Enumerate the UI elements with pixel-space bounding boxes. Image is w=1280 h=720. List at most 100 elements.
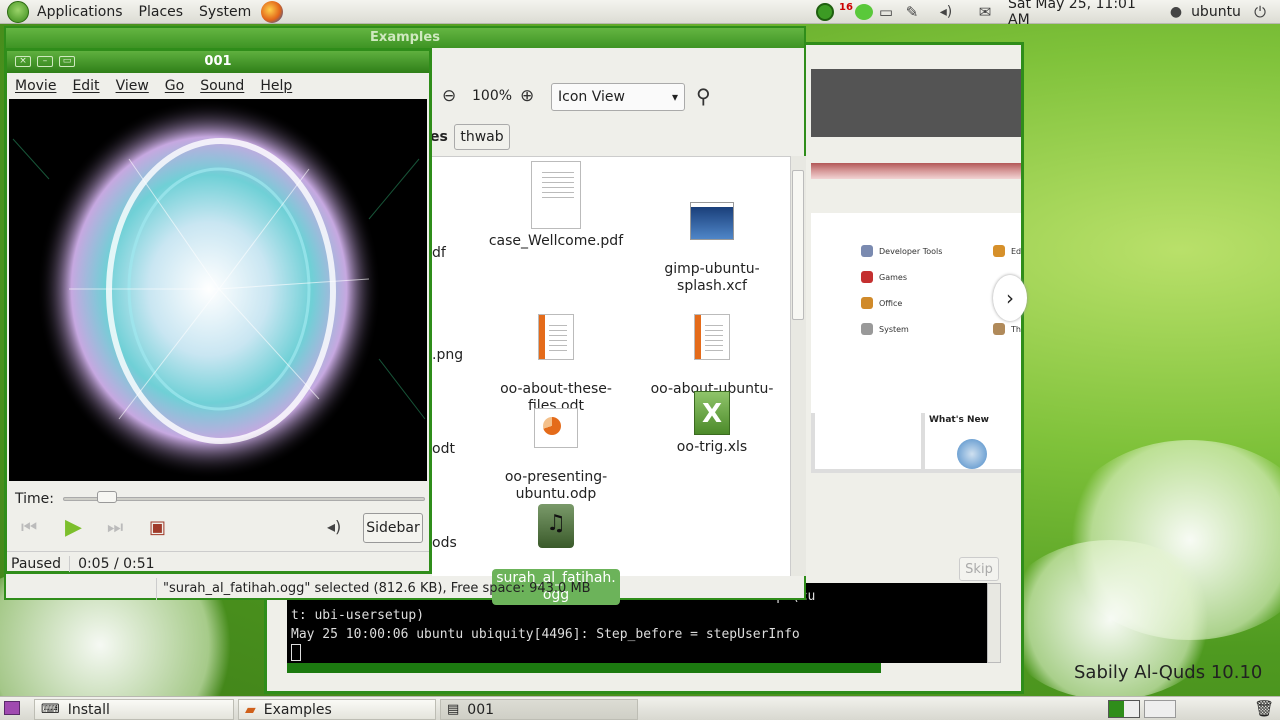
taskbar-install[interactable]: ⌨ Install [34,699,234,720]
menu-system[interactable]: System [191,4,259,20]
partial-file-label[interactable]: odt [432,441,455,457]
menu-edit[interactable]: Edit [72,78,99,94]
menu-go[interactable]: Go [165,78,184,94]
clock[interactable]: Sat May 25, 11:01 AM [1008,0,1152,28]
next-icon[interactable]: ⏭ [107,517,123,538]
chevron-down-icon: ▾ [671,90,678,104]
category-education[interactable]: Ed [993,245,1021,257]
trash-icon[interactable]: 🗑 [1254,699,1274,719]
category-themes[interactable]: Th [993,323,1021,335]
globe-icon [957,439,987,469]
update-icon[interactable] [816,2,834,22]
menu-places[interactable]: Places [131,4,192,20]
view-mode-select[interactable]: Icon View ▾ [551,83,685,111]
category-system[interactable]: System [861,323,909,335]
movie-player-window: 001 × – ▭ Movie Edit View Go Sound Help [4,48,432,574]
category-developer-tools[interactable]: Developer Tools [861,245,942,257]
play-icon[interactable]: ▶ [65,515,82,540]
taskbar-label: Install [67,701,110,718]
document-icon [694,314,730,360]
distro-logo-icon[interactable] [7,0,29,23]
mail-count-badge[interactable]: 16 [838,2,854,22]
category-label: Office [879,298,903,308]
file-icon-view[interactable]: df .png odt ods case_Wellcome.pdf gimp-u… [432,156,792,605]
breadcrumb-previous[interactable]: es [430,124,450,150]
menu-help[interactable]: Help [260,78,292,94]
install-progress-bar [287,663,881,673]
scrollbar-thumb[interactable] [792,170,804,320]
terminal-scrollbar[interactable] [987,583,1001,663]
playback-time: 0:05 / 0:51 [78,555,155,572]
desktop-label: Sabily Al-Quds 10.10 [1074,662,1263,683]
folder-icon: ▰ [245,701,256,718]
pdf-icon [531,161,581,229]
search-icon[interactable]: ⚲ [696,84,711,108]
menu-sound[interactable]: Sound [200,78,244,94]
time-label: Time: [15,491,54,507]
partial-file-label[interactable]: df [432,245,446,261]
sidebar-button[interactable]: Sidebar [363,513,423,543]
audio-icon: ♫ [538,504,574,548]
zoom-in-icon[interactable]: ⊕ [520,86,534,106]
partial-file-label[interactable]: .png [432,347,463,363]
chevron-right-icon[interactable]: › [993,275,1027,321]
category-label: Ed [1011,246,1022,256]
workspace-switcher[interactable] [1144,700,1176,718]
file-item[interactable]: case_Wellcome.pdf [486,161,626,250]
category-games[interactable]: Games [861,271,907,283]
partial-file-label[interactable]: ods [432,535,457,551]
volume-icon[interactable]: ◂) [936,2,956,22]
workspace-switcher[interactable] [1108,700,1140,718]
close-icon[interactable]: × [15,56,31,67]
installer-icon: ⌨ [41,702,60,717]
status-divider [69,555,71,572]
taskbar-label: Examples [263,701,332,718]
previous-icon[interactable]: ⏮ [21,517,37,538]
skip-button[interactable]: Skip [959,557,999,581]
file-item[interactable]: X oo-trig.xls [642,391,782,456]
volume-icon[interactable]: ◂) [327,517,341,536]
menu-applications[interactable]: Applications [29,4,131,20]
featured-card[interactable] [815,413,921,469]
bottom-panel: ⌨ Install ▰ Examples ▤ 001 🗑 [0,696,1280,720]
taskbar-movie-player[interactable]: ▤ 001 [440,699,638,720]
whats-new-card[interactable]: What's New [925,413,1021,469]
fullscreen-icon[interactable]: ▣ [149,517,166,538]
taskbar-examples[interactable]: ▰ Examples [238,699,436,720]
show-desktop-icon[interactable] [4,701,20,715]
maximize-icon[interactable]: ▭ [59,56,75,67]
spreadsheet-icon: X [694,391,730,435]
seek-slider[interactable] [63,497,425,501]
network-icon[interactable]: ✎ [902,2,922,22]
file-item[interactable]: gimp-ubuntu- splash.xcf [642,185,782,295]
category-label: Developer Tools [879,246,943,256]
image-icon [690,202,734,240]
mail-icon[interactable]: ✉ [974,2,996,22]
seek-handle[interactable] [96,491,117,503]
user-name[interactable]: ubuntu [1188,2,1244,22]
video-visualization[interactable] [9,99,427,481]
taskbar-label: 001 [467,701,495,718]
software-center-panel: Developer Tools Games Office System Ed T… [811,213,1027,413]
terminal-line: t: ubi-usersetup) [291,608,425,623]
menu-view[interactable]: View [116,78,149,94]
battery-icon[interactable]: ▭ [876,2,896,22]
terminal-line: May 25 10:00:06 ubuntu ubiquity[4496]: S… [291,627,800,642]
category-label: System [879,324,909,334]
minimize-icon[interactable]: – [37,56,53,67]
installer-banner [811,163,1021,179]
chat-icon[interactable] [854,2,874,22]
whats-new-label: What's New [929,415,989,425]
power-icon[interactable]: ⏻ [1250,2,1270,22]
category-label: Th [1011,324,1021,334]
movie-player-status: Paused 0:05 / 0:51 [7,551,429,575]
firefox-icon[interactable] [261,0,284,23]
category-office[interactable]: Office [861,297,902,309]
zoom-out-icon[interactable]: ⊖ [442,86,456,106]
breadcrumb-current[interactable]: thwab [454,124,510,150]
menu-movie[interactable]: Movie [15,78,56,94]
movie-player-menubar: Movie Edit View Go Sound Help [7,73,429,99]
zoom-level: 100% [472,88,513,104]
file-name: oo-trig.xls [676,439,748,455]
film-icon: ▤ [447,702,460,717]
